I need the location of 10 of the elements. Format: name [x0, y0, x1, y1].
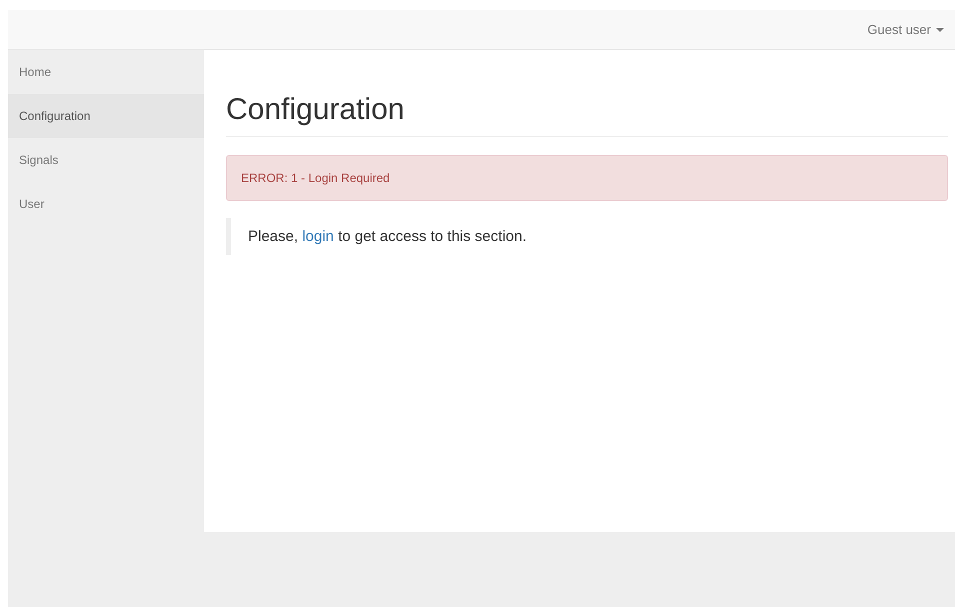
caret-icon	[936, 28, 944, 32]
error-alert: ERROR: 1 - Login Required	[226, 155, 948, 201]
login-link[interactable]: login	[302, 228, 334, 245]
sidebar-item[interactable]: Signals	[8, 138, 204, 182]
sidebar-item[interactable]: Configuration	[8, 94, 204, 138]
user-menu[interactable]: Guest user	[867, 22, 955, 37]
message-text: Please, login to get access to this section.	[248, 228, 527, 245]
page-title: Configuration	[226, 93, 948, 137]
sidebar-item[interactable]: User	[8, 182, 204, 226]
sidebar-item[interactable]: Home	[8, 50, 204, 94]
